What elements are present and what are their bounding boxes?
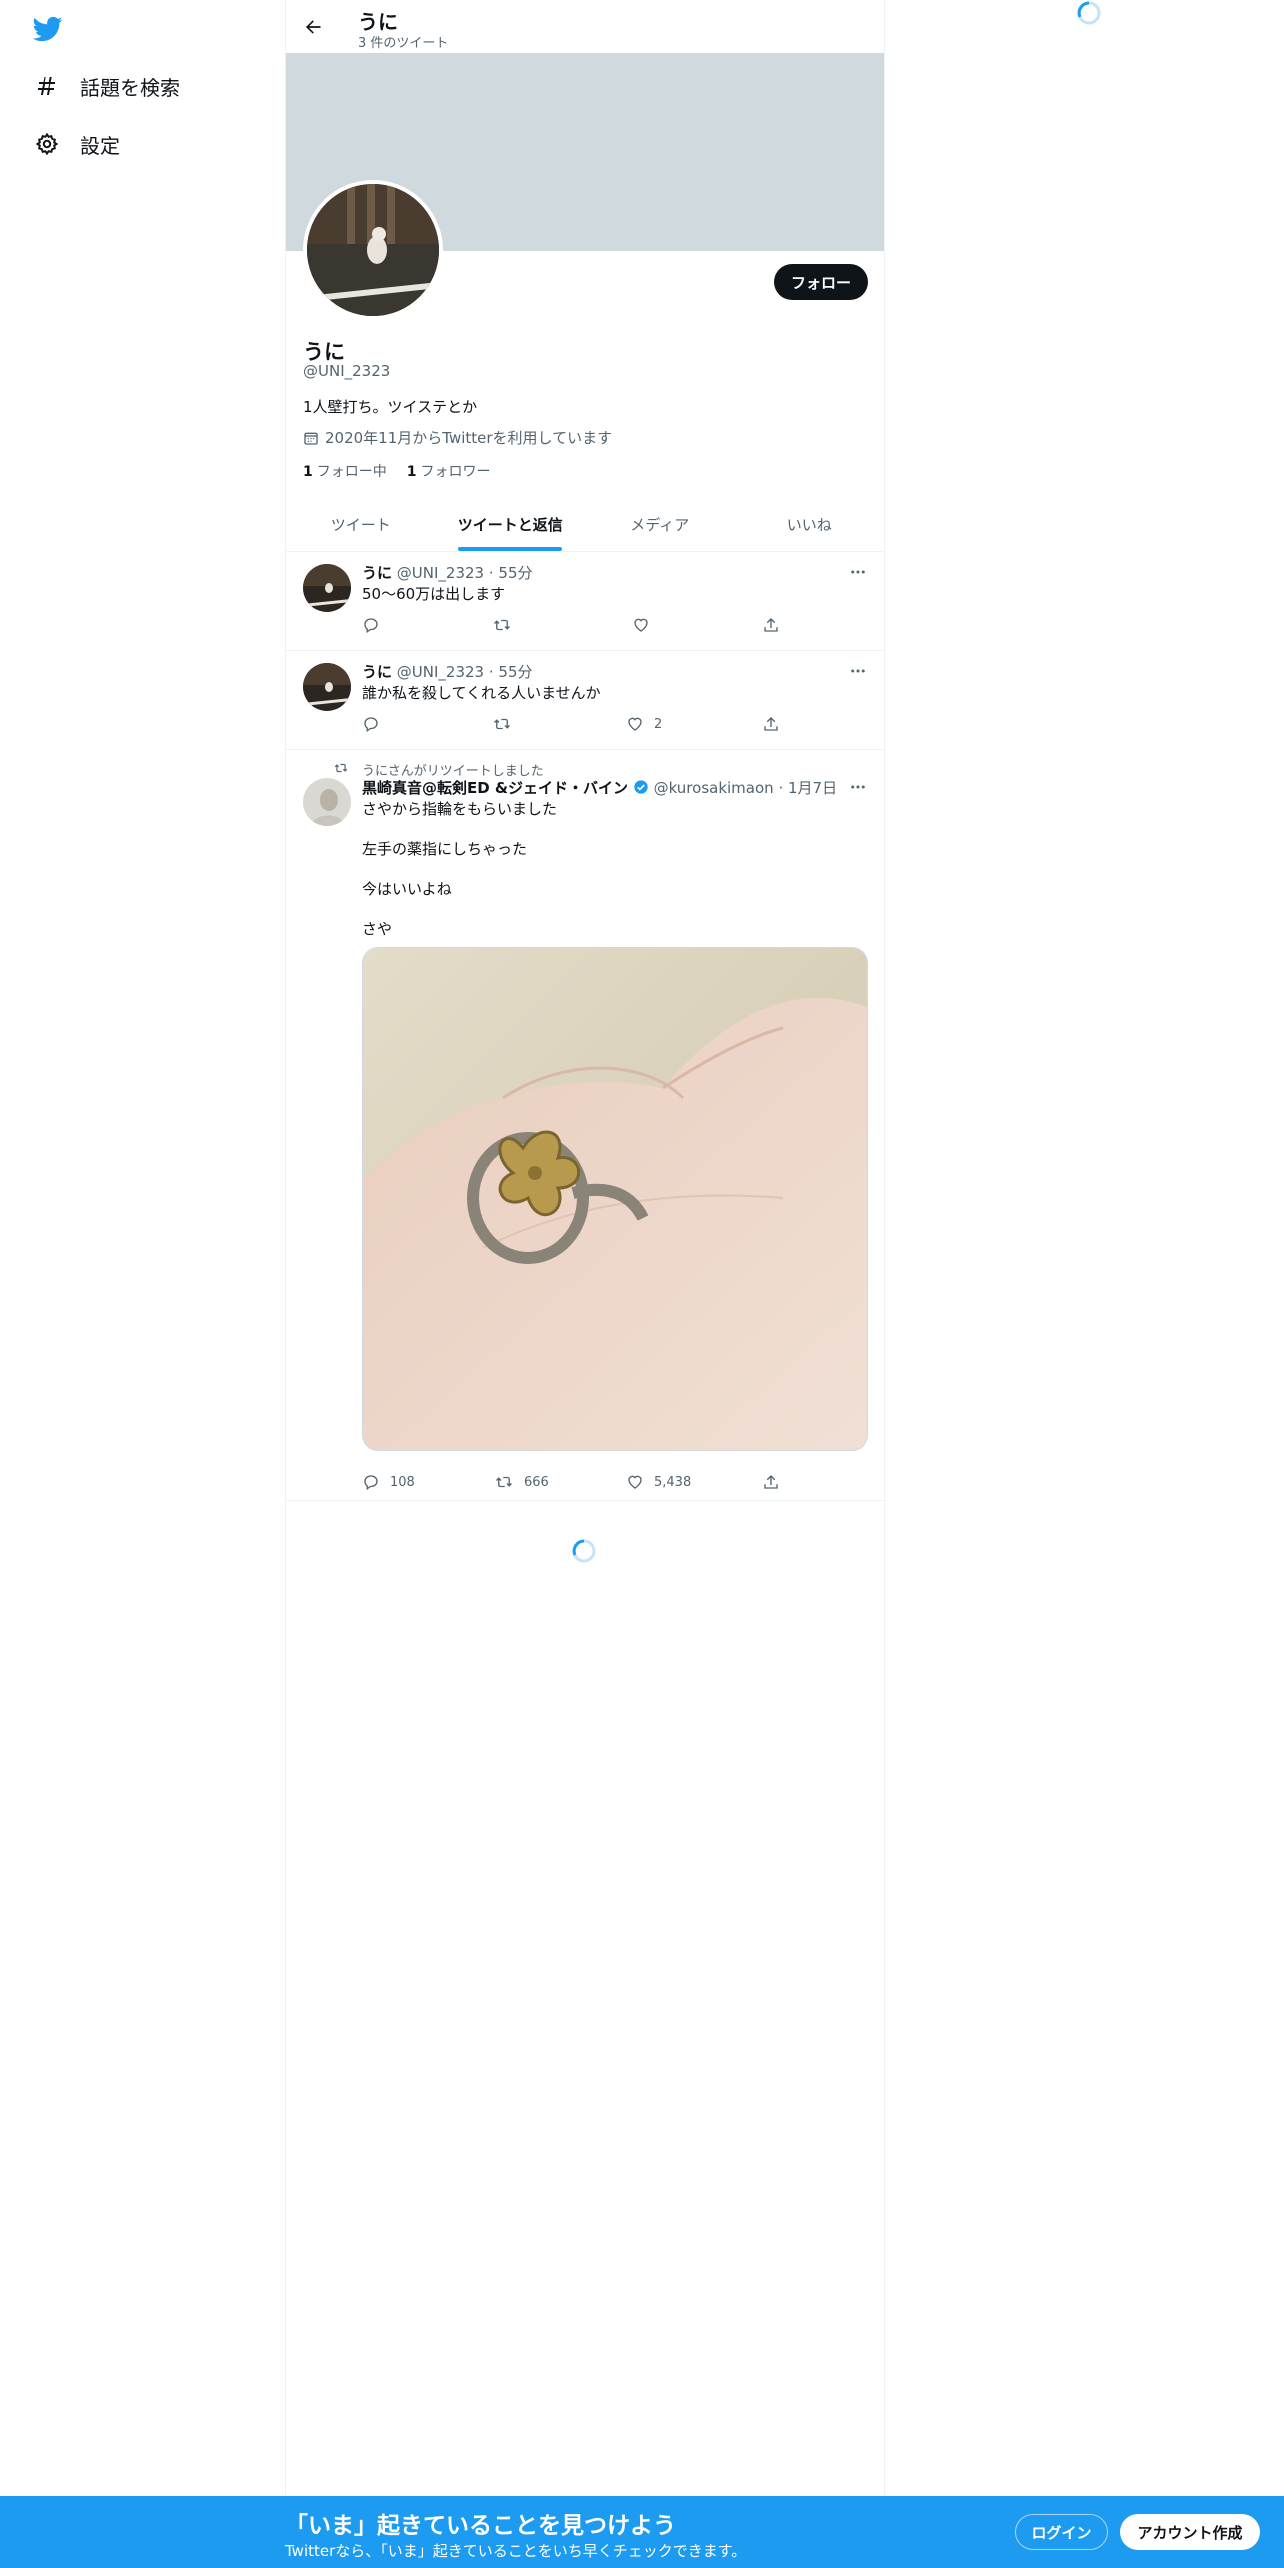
verified-icon <box>634 780 648 794</box>
tweet-avatar[interactable] <box>303 663 351 711</box>
like-icon <box>628 717 642 731</box>
signup-prompt-subtitle: Twitterなら、「いま」起きていることをいち早くチェックできます。 <box>285 2542 747 2560</box>
follow-stats: 1 フォロー中 1 フォロワー <box>303 461 511 481</box>
signup-prompt-bar: 「いま」起きていることを見つけよう Twitterなら、「いま」起きていることを… <box>0 2496 1284 2568</box>
like-button[interactable]: 2 <box>626 715 662 733</box>
tweet-time[interactable]: 55分 <box>498 564 532 582</box>
tweet-text: さやから指輪をもらいました 左手の薬指にしちゃった 今はいいよね さや <box>362 800 558 938</box>
header-tweet-count: 3 件のツイート <box>358 36 449 51</box>
share-button[interactable] <box>762 715 780 733</box>
loading-spinner-icon <box>571 1538 597 1564</box>
share-icon <box>764 1475 778 1489</box>
tweet-time[interactable]: 1月7日 <box>788 779 837 797</box>
tweet-photo[interactable] <box>362 947 868 1451</box>
tweet-author-handle: @UNI_2323 <box>396 564 485 582</box>
tab-tweets[interactable]: ツイート <box>286 497 436 551</box>
tweet-author-handle: @kurosakimaon <box>653 779 774 797</box>
retweet-icon <box>496 1476 512 1488</box>
share-button[interactable] <box>762 1473 780 1491</box>
tweet-actions: 2 <box>362 715 792 735</box>
tweet-avatar[interactable] <box>303 564 351 612</box>
tweet-author-handle: @UNI_2323 <box>396 663 485 681</box>
reply-button[interactable] <box>362 616 390 634</box>
share-icon <box>764 618 778 632</box>
profile-header-bar: うに 3 件のツイート <box>286 0 884 53</box>
tweet-item[interactable]: うに @UNI_2323 · 55分 50〜60万は出します <box>286 552 884 651</box>
signup-prompt-title: 「いま」起きていることを見つけよう <box>285 2513 676 2539</box>
twitter-logo-icon[interactable] <box>32 14 64 44</box>
share-icon <box>764 717 778 731</box>
nav-explore-label: 話題を検索 <box>80 75 180 100</box>
tweet-actions <box>362 616 792 636</box>
reply-button[interactable]: 108 <box>362 1473 415 1491</box>
gear-icon <box>34 131 60 157</box>
retweet-button[interactable] <box>492 616 522 634</box>
following-label: フォロー中 <box>316 464 387 480</box>
tweet-text: 50〜60万は出します <box>362 585 506 603</box>
retweet-count: 666 <box>524 1474 549 1490</box>
profile-tabs: ツイート ツイートと返信 メディア いいね <box>286 497 884 552</box>
tab-likes[interactable]: いいね <box>735 497 885 551</box>
tweet-text: 誰か私を殺してくれる人いませんか <box>362 684 601 702</box>
nav-settings-label: 設定 <box>80 133 120 158</box>
joined-text: 2020年11月からTwitterを利用しています <box>325 429 613 447</box>
profile-joined-date: 2020年11月からTwitterを利用しています <box>303 427 612 448</box>
like-icon <box>634 618 648 632</box>
like-icon <box>628 1475 642 1489</box>
loading-spinner-icon <box>1076 0 1102 26</box>
back-button[interactable] <box>296 10 330 44</box>
create-account-button[interactable]: アカウント作成 <box>1120 2514 1260 2550</box>
tweet-header: うに @UNI_2323 · 55分 <box>362 564 533 582</box>
header-profile-name: うに <box>358 10 398 34</box>
more-icon[interactable] <box>846 661 870 681</box>
retweet-button[interactable] <box>492 715 522 733</box>
like-button[interactable]: 5,438 <box>626 1473 691 1491</box>
tweet-author-name[interactable]: 黒崎真音@転剣ED &ジェイド・バイン <box>362 779 628 797</box>
tweet-header: うに @UNI_2323 · 55分 <box>362 663 533 681</box>
reply-icon <box>364 717 378 733</box>
tweet-author-name[interactable]: うに <box>362 663 392 681</box>
profile-bio: 1人壁打ち。ツイステとか <box>303 398 478 416</box>
tweet-author-name[interactable]: うに <box>362 564 392 582</box>
more-icon[interactable] <box>846 777 870 797</box>
followers-link[interactable]: 1 フォロワー <box>407 461 491 481</box>
login-button[interactable]: ログイン <box>1015 2514 1108 2550</box>
tweet-time[interactable]: 55分 <box>498 663 532 681</box>
following-link[interactable]: 1 フォロー中 <box>303 461 387 481</box>
followers-label: フォロワー <box>420 464 491 480</box>
tab-tweets-and-replies[interactable]: ツイートと返信 <box>436 497 586 551</box>
calendar-icon <box>304 432 318 445</box>
following-count: 1 <box>303 464 313 480</box>
left-navigation: 話題を検索 設定 <box>0 0 285 2500</box>
retweet-indicator-icon <box>332 760 350 779</box>
back-arrow-icon <box>306 20 321 34</box>
tweet-item[interactable]: うにさんがリツイートしました 黒崎真音@転剣ED &ジェイド・バイン @kuro… <box>286 750 884 1501</box>
like-count: 5,438 <box>654 1474 692 1490</box>
reply-button[interactable] <box>362 715 390 733</box>
like-button[interactable] <box>632 616 660 634</box>
retweet-icon <box>494 718 510 730</box>
tweet-header: 黒崎真音@転剣ED &ジェイド・バイン @kurosakimaon · 1月7日 <box>362 779 838 797</box>
tweet-item[interactable]: うに @UNI_2323 · 55分 誰か私を殺してくれる人いませんか 2 <box>286 651 884 750</box>
tab-media[interactable]: メディア <box>585 497 735 551</box>
followers-count: 1 <box>406 464 417 480</box>
more-icon[interactable] <box>846 562 870 582</box>
retweet-button[interactable]: 666 <box>494 1473 549 1491</box>
reply-icon <box>364 618 378 634</box>
share-button[interactable] <box>762 616 780 634</box>
nav-settings[interactable]: 設定 <box>34 124 120 164</box>
tweet-actions: 108 666 5,438 <box>362 1473 792 1493</box>
nav-explore[interactable]: 話題を検索 <box>34 66 180 106</box>
profile-avatar[interactable] <box>303 180 443 320</box>
profile-handle: @UNI_2323 <box>303 362 391 380</box>
tweet-avatar[interactable] <box>303 778 351 826</box>
main-column: うに 3 件のツイート フォロー うに @UNI_2323 1人壁打ち。ツイステ… <box>285 0 885 2500</box>
hashtag-icon <box>34 73 60 99</box>
retweet-icon <box>494 619 510 631</box>
like-count: 2 <box>654 716 663 732</box>
reply-count: 108 <box>390 1474 415 1490</box>
reply-icon <box>364 1475 378 1491</box>
follow-button[interactable]: フォロー <box>774 264 868 300</box>
